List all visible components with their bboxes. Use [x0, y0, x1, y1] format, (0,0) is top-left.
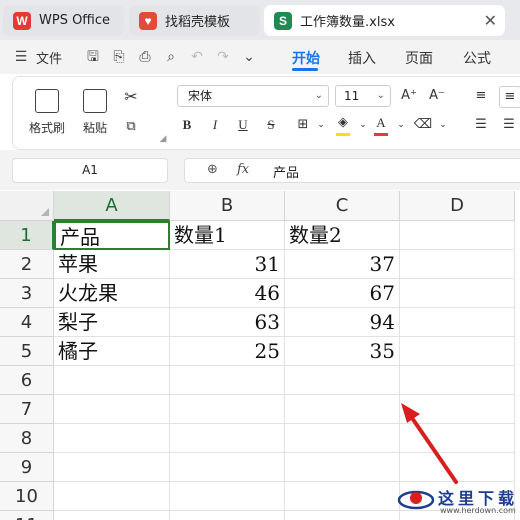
arrow-shaft: [408, 413, 458, 484]
watermark-url: www.herdown.com: [440, 506, 516, 515]
annotation-arrow: [401, 403, 458, 484]
arrow-head: [401, 403, 420, 423]
logo-dot: [410, 492, 422, 504]
